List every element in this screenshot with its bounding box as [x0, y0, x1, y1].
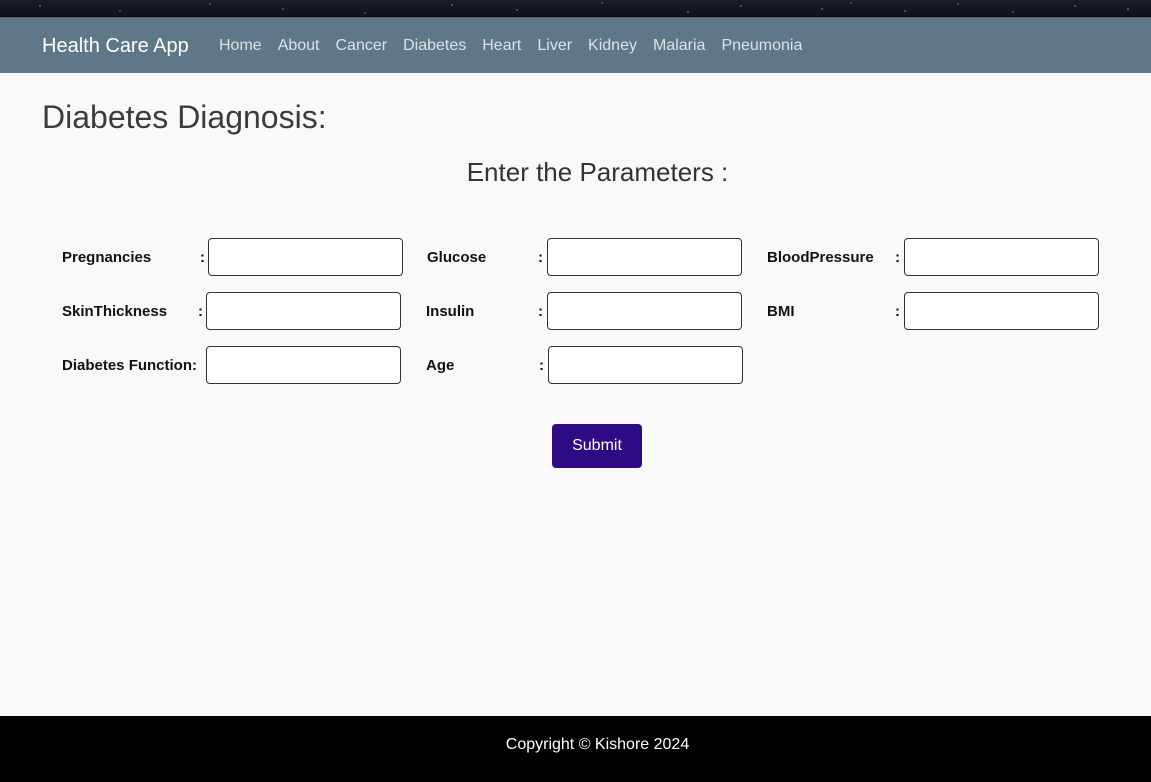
bloodpressure-colon: :: [895, 249, 900, 266]
diabetes-function-input[interactable]: [206, 346, 401, 384]
age-label: Age: [426, 357, 455, 374]
skinthickness-colon: :: [198, 303, 203, 320]
submit-button[interactable]: Submit: [552, 424, 642, 468]
glucose-label: Glucose: [427, 249, 487, 266]
nav-link-liver[interactable]: Liver: [537, 32, 572, 60]
skinthickness-input[interactable]: [206, 292, 401, 330]
top-navbar: Health Care App Home About Cancer Diabet…: [0, 17, 1151, 73]
bloodpressure-input[interactable]: [904, 238, 1099, 276]
header-starfield-banner: [0, 0, 1151, 17]
diabetes-function-label: Diabetes Function:: [62, 357, 198, 374]
brand-logo-text[interactable]: Health Care App: [42, 32, 189, 60]
pregnancies-colon: :: [200, 249, 205, 266]
glucose-input[interactable]: [547, 238, 742, 276]
nav-link-home[interactable]: Home: [219, 32, 262, 60]
nav-link-cancer[interactable]: Cancer: [336, 32, 388, 60]
nav-link-about[interactable]: About: [278, 32, 320, 60]
insulin-label: Insulin: [426, 303, 475, 320]
copyright-text: Copyright © Kishore 2024: [505, 736, 690, 753]
nav-link-heart[interactable]: Heart: [482, 32, 521, 60]
skinthickness-label: SkinThickness: [62, 303, 168, 320]
nav-links: Home About Cancer Diabetes Heart Liver K…: [219, 32, 818, 60]
bloodpressure-label: BloodPressure: [767, 249, 874, 266]
nav-link-pneumonia[interactable]: Pneumonia: [721, 32, 802, 60]
bmi-label: BMI: [767, 303, 795, 320]
glucose-colon: :: [538, 249, 543, 266]
age-input[interactable]: [548, 346, 743, 384]
nav-link-diabetes[interactable]: Diabetes: [403, 32, 466, 60]
insulin-colon: :: [538, 303, 543, 320]
form-subtitle: Enter the Parameters :: [466, 157, 729, 187]
nav-link-kidney[interactable]: Kidney: [588, 32, 637, 60]
nav-link-malaria[interactable]: Malaria: [653, 32, 705, 60]
insulin-input[interactable]: [547, 292, 742, 330]
page-footer: Copyright © Kishore 2024: [0, 716, 1151, 782]
age-colon: :: [539, 357, 544, 374]
pregnancies-input[interactable]: [208, 238, 403, 276]
bmi-input[interactable]: [904, 292, 1099, 330]
bmi-colon: :: [895, 303, 900, 320]
page-title: Diabetes Diagnosis:: [42, 99, 327, 135]
pregnancies-label: Pregnancies: [62, 249, 152, 266]
